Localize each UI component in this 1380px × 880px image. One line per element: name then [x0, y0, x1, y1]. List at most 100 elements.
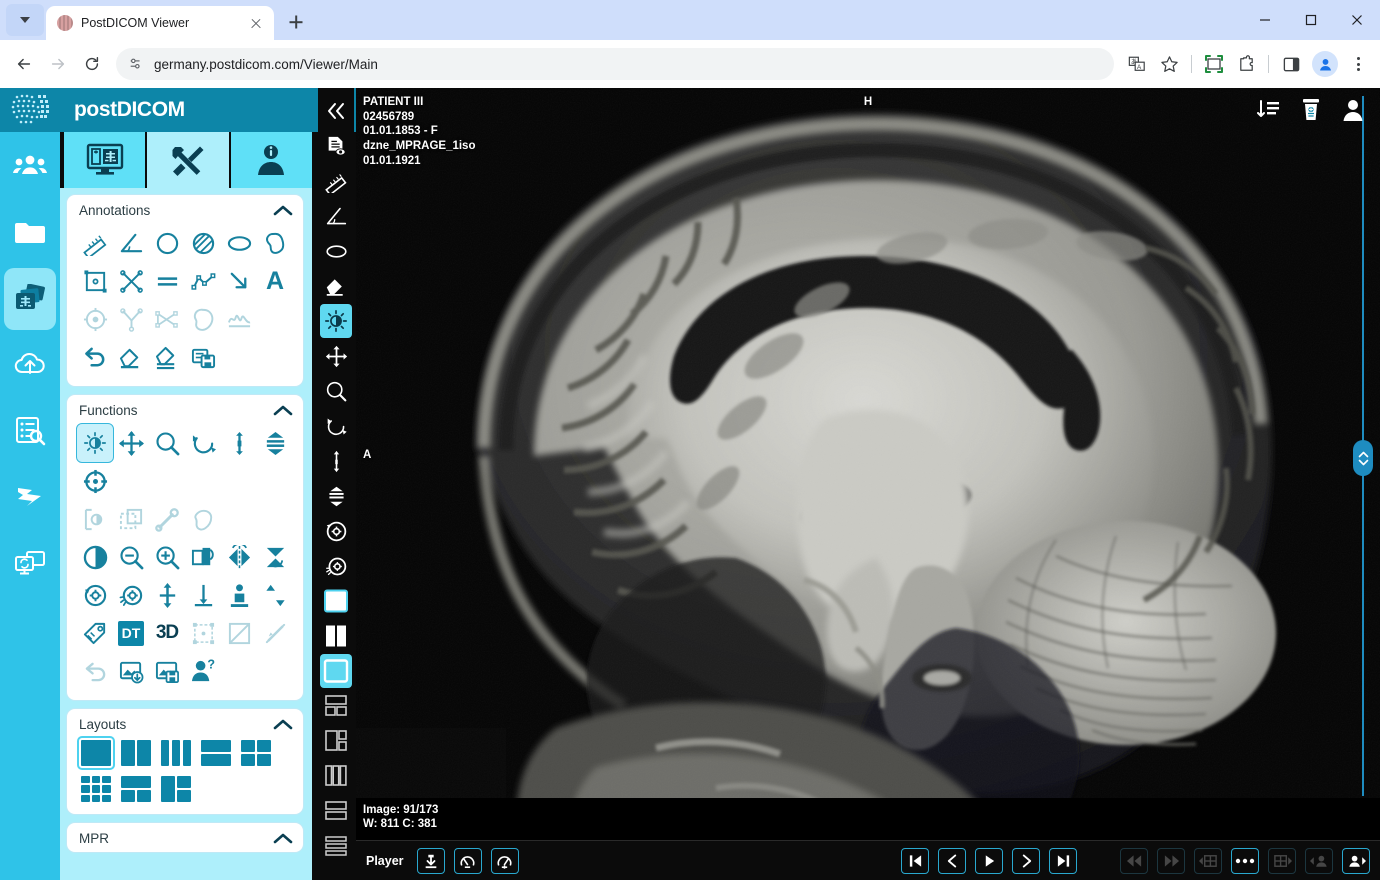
side-panel-icon[interactable] [1276, 48, 1306, 80]
function-measure-off[interactable] [257, 614, 293, 652]
next-patient-button[interactable] [1342, 848, 1370, 874]
reload-icon[interactable] [76, 48, 108, 80]
function-cine-stack[interactable] [257, 424, 293, 462]
sidebar-item-studies[interactable] [4, 268, 56, 330]
stack-button[interactable] [320, 479, 352, 513]
kebab-menu-icon[interactable] [1344, 48, 1372, 80]
minimize-button[interactable] [1242, 0, 1288, 40]
function-zoom-out[interactable] [113, 538, 149, 576]
annotation-angle[interactable] [113, 224, 149, 262]
function-mirror[interactable] [221, 538, 257, 576]
windowing-button[interactable] [320, 304, 352, 338]
layout-three-col-button[interactable] [320, 759, 352, 793]
function-dt-mode[interactable]: DT [113, 614, 149, 652]
function-save-image[interactable] [149, 652, 185, 690]
function-blob-select[interactable] [185, 500, 221, 538]
function-flip-horizontal[interactable] [185, 538, 221, 576]
speed-down-button[interactable] [454, 848, 482, 874]
new-tab-button[interactable] [282, 8, 310, 36]
layout-2x1[interactable] [199, 738, 233, 768]
annotation-undo[interactable] [77, 338, 113, 376]
sidebar-item-share[interactable] [4, 532, 56, 594]
layout-active-button[interactable] [320, 654, 352, 688]
layout-3x3[interactable] [79, 774, 113, 804]
play-button[interactable] [975, 848, 1003, 874]
tab-tools[interactable] [147, 132, 228, 188]
annotation-parallel-lines[interactable] [149, 262, 185, 300]
tab-patient-info[interactable] [231, 132, 312, 188]
annotation-erase-one[interactable] [113, 338, 149, 376]
layout-2x2[interactable] [239, 738, 273, 768]
sidebar-item-folders[interactable] [4, 202, 56, 264]
sidebar-item-reports[interactable] [4, 400, 56, 462]
function-3d-mode[interactable]: 3D [149, 614, 185, 652]
browser-tab[interactable]: PostDICOM Viewer [46, 6, 274, 40]
function-tag-info[interactable] [77, 614, 113, 652]
layout-more-button[interactable] [320, 829, 352, 863]
trash-icon[interactable] [1298, 97, 1324, 123]
next-frame-button[interactable] [1012, 848, 1040, 874]
annotation-ellipse[interactable] [221, 224, 257, 262]
profile-avatar[interactable] [1312, 51, 1338, 77]
rewind-button[interactable] [1120, 848, 1148, 874]
annotation-roi-box[interactable] [77, 262, 113, 300]
function-region-window[interactable] [77, 500, 113, 538]
annotation-circle[interactable] [149, 224, 185, 262]
mpr-header[interactable]: MPR [77, 829, 295, 848]
forward-icon[interactable] [42, 48, 74, 80]
annotation-hatched-circle[interactable] [185, 224, 221, 262]
function-fit-width[interactable] [185, 576, 221, 614]
tab-viewer[interactable] [64, 132, 145, 188]
next-series-button[interactable] [1268, 848, 1296, 874]
function-rotate-left[interactable] [77, 576, 113, 614]
series-info-button[interactable] [320, 129, 352, 163]
annotation-freehand[interactable] [257, 224, 293, 262]
function-flip-vertical[interactable] [257, 538, 293, 576]
function-invert[interactable] [77, 538, 113, 576]
function-sort-order[interactable] [257, 576, 293, 614]
function-rotate[interactable] [185, 424, 221, 462]
function-pan[interactable] [113, 424, 149, 462]
extensions-icon[interactable] [1231, 48, 1261, 80]
sidebar-item-patients[interactable] [4, 136, 56, 198]
ruler-button[interactable] [320, 164, 352, 198]
annotation-target-point[interactable] [77, 300, 113, 338]
annotation-save[interactable] [185, 338, 221, 376]
chevron-up-icon[interactable] [273, 833, 293, 845]
function-clear-box[interactable] [221, 614, 257, 652]
annotation-blob-roi[interactable] [185, 300, 221, 338]
user-icon[interactable] [1340, 97, 1366, 123]
annotation-cobb-angle[interactable] [113, 300, 149, 338]
functions-header[interactable]: Functions [77, 401, 295, 424]
function-zoom-in[interactable] [149, 538, 185, 576]
close-icon[interactable] [246, 13, 266, 33]
back-icon[interactable] [8, 48, 40, 80]
fast-forward-button[interactable] [1157, 848, 1185, 874]
layout-left-wide[interactable] [159, 774, 193, 804]
annotation-polyline[interactable] [185, 262, 221, 300]
function-body-part[interactable] [221, 576, 257, 614]
layouts-header[interactable]: Layouts [77, 715, 295, 738]
chevron-up-icon[interactable] [273, 719, 293, 731]
speed-up-button[interactable] [491, 848, 519, 874]
function-fit-height[interactable] [149, 576, 185, 614]
function-zoom[interactable] [149, 424, 185, 462]
previous-frame-button[interactable] [938, 848, 966, 874]
annotation-ruler[interactable] [77, 224, 113, 262]
chevron-up-icon[interactable] [273, 205, 293, 217]
image-viewport[interactable]: PATIENT III 02456789 01.01.1853 - F dzne… [356, 88, 1380, 880]
pan-button[interactable] [320, 339, 352, 373]
last-frame-button[interactable] [1049, 848, 1077, 874]
annotation-multi-caliper[interactable] [149, 300, 185, 338]
close-window-button[interactable] [1334, 0, 1380, 40]
zoom-button[interactable] [320, 374, 352, 408]
function-reset-view[interactable] [77, 652, 113, 690]
bookmark-star-icon[interactable] [1154, 48, 1184, 80]
function-crosshair[interactable] [77, 462, 113, 500]
previous-series-button[interactable] [1194, 848, 1222, 874]
ellipse-button[interactable] [320, 234, 352, 268]
function-windowing[interactable] [77, 424, 113, 462]
image-scroll-thumb[interactable] [1353, 440, 1373, 476]
layout-1x2[interactable] [119, 738, 153, 768]
function-anonymize[interactable]: ? [185, 652, 221, 690]
